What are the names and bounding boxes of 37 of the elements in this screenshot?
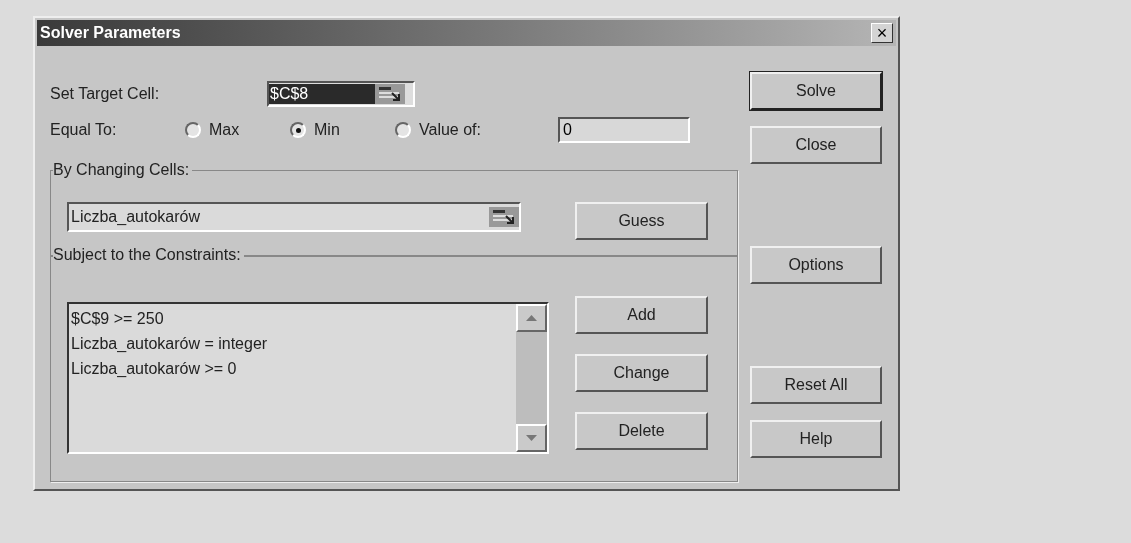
close-button[interactable]: × bbox=[871, 23, 893, 43]
radio-option[interactable]: Value of: bbox=[395, 118, 550, 142]
target-cell-value: $C$8 bbox=[269, 84, 375, 104]
solve-button[interactable]: Solve bbox=[750, 72, 882, 110]
add-button[interactable]: Add bbox=[575, 296, 708, 334]
radio-option[interactable]: Max bbox=[185, 118, 290, 142]
up-arrow-icon bbox=[526, 315, 537, 321]
radio-option[interactable]: Min bbox=[290, 118, 395, 142]
reset-all-button[interactable]: Reset All bbox=[750, 366, 882, 404]
radio-button[interactable] bbox=[395, 122, 411, 138]
scroll-down-button[interactable] bbox=[516, 424, 547, 452]
scroll-up-button[interactable] bbox=[516, 304, 547, 332]
value-of-field[interactable]: 0 bbox=[558, 117, 690, 143]
range-picker-icon bbox=[375, 84, 405, 104]
target-cell-field[interactable]: $C$8 bbox=[267, 81, 415, 107]
window-title: Solver Parameters bbox=[40, 23, 181, 43]
equal-to-label: Equal To: bbox=[50, 120, 118, 140]
changing-cells-value: Liczba_autokarów bbox=[70, 207, 201, 227]
radio-button[interactable] bbox=[290, 122, 306, 138]
radio-button[interactable] bbox=[185, 122, 201, 138]
group-label: By Changing Cells: bbox=[53, 160, 193, 180]
constraint-item[interactable]: Liczba_autokarów = integer bbox=[71, 331, 516, 356]
down-arrow-icon bbox=[526, 435, 537, 441]
changing-cells-field[interactable]: Liczba_autokarów bbox=[67, 202, 521, 232]
constraint-item[interactable]: Liczba_autokarów >= 0 bbox=[71, 356, 516, 381]
group-label: Subject to the Constraints: bbox=[53, 245, 244, 265]
scrollbar[interactable] bbox=[516, 304, 547, 452]
options-button[interactable]: Options bbox=[750, 246, 882, 284]
change-button[interactable]: Change bbox=[575, 354, 708, 392]
help-button[interactable]: Help bbox=[750, 420, 882, 458]
guess-button[interactable]: Guess bbox=[575, 202, 708, 240]
constraint-item[interactable]: $C$9 >= 250 bbox=[71, 306, 516, 331]
range-picker-icon bbox=[489, 207, 519, 227]
constraints-list[interactable]: $C$9 >= 250 Liczba_autokarów = integer Liczba_autokarów >= 0 bbox=[67, 302, 549, 454]
close-button[interactable]: Close bbox=[750, 126, 882, 164]
target-cell-label: Set Target Cell: bbox=[50, 84, 161, 104]
delete-button[interactable]: Delete bbox=[575, 412, 708, 450]
